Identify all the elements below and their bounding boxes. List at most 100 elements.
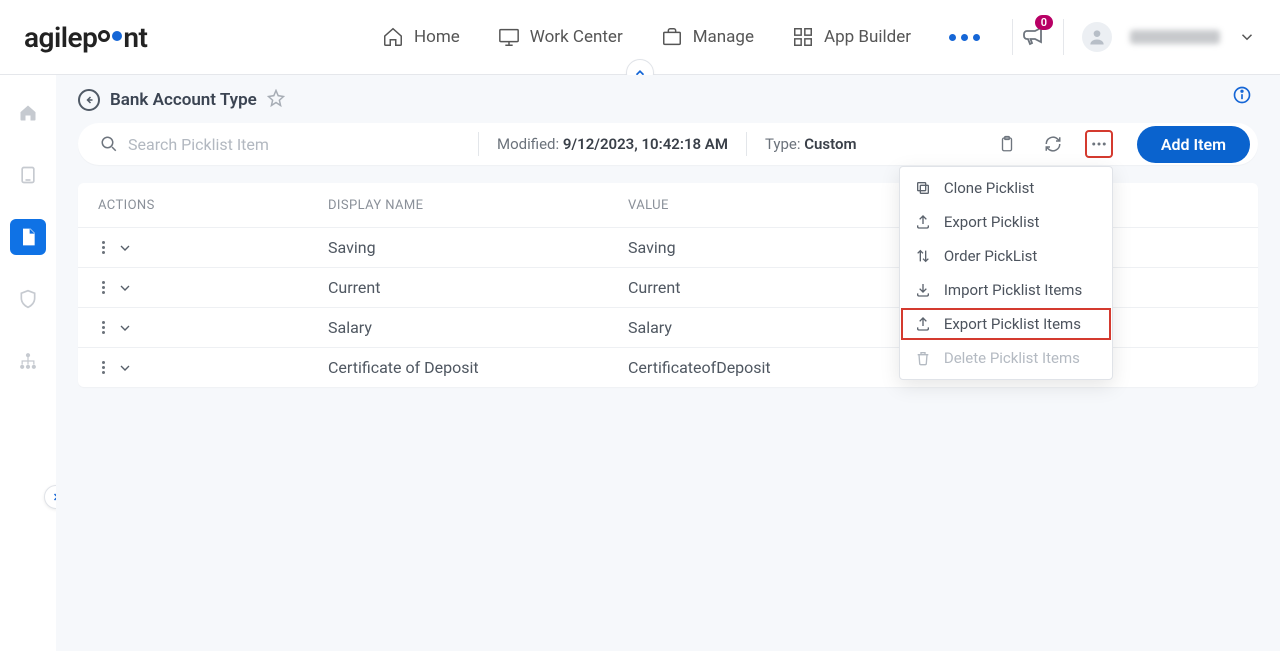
top-bar: agilepnt Home Work Center Manage App Bui… [0, 0, 1280, 75]
menu-label: Delete Picklist Items [944, 349, 1080, 367]
dots-horizontal-icon [1090, 135, 1108, 153]
cell-value: CertificateofDeposit [628, 358, 928, 377]
menu-label: Export Picklist [944, 213, 1040, 231]
cell-value: Saving [628, 238, 928, 257]
nav-more[interactable] [949, 34, 980, 41]
logo-dot-icon [112, 31, 122, 41]
toolbar: Modified: 9/12/2023, 10:42:18 AM Type: C… [78, 123, 1258, 165]
nav-home[interactable]: Home [382, 26, 460, 48]
menu-export-items[interactable]: Export Picklist Items [900, 307, 1112, 341]
tablet-icon [18, 165, 38, 185]
cell-value: Current [628, 278, 928, 297]
separator [478, 132, 479, 156]
type-value: Custom [804, 135, 856, 153]
menu-label: Export Picklist Items [944, 315, 1081, 333]
upload-icon [915, 214, 931, 230]
avatar[interactable] [1082, 22, 1112, 52]
sidebar-item-2[interactable] [10, 157, 46, 193]
nav-manage-label: Manage [693, 27, 754, 47]
col-value: VALUE [628, 198, 928, 213]
row-menu-button[interactable] [102, 241, 105, 254]
menu-clone-picklist[interactable]: Clone Picklist [900, 171, 1112, 205]
notifications-button[interactable]: 0 [1021, 23, 1045, 51]
user-icon [1087, 27, 1107, 47]
more-actions-wrap: Clone Picklist Export Picklist Order Pic… [1085, 130, 1113, 158]
search-icon [100, 135, 118, 153]
col-display: DISPLAY NAME [328, 198, 628, 213]
home-icon [382, 26, 404, 48]
row-menu-button[interactable] [102, 321, 105, 334]
toolbar-right: Clone Picklist Export Picklist Order Pic… [993, 126, 1250, 163]
sidebar-home[interactable] [10, 95, 46, 131]
cell-value: Salary [628, 318, 928, 337]
main-content: Bank Account Type Modified: 9/12/2023, 1… [56, 75, 1280, 651]
home-icon [18, 103, 38, 123]
expand-row-button[interactable] [117, 320, 133, 336]
cell-display: Current [328, 278, 628, 297]
info-button[interactable] [1232, 85, 1252, 109]
download-icon [915, 282, 931, 298]
row-actions [98, 360, 328, 376]
copy-icon [915, 180, 931, 196]
cell-display: Saving [328, 238, 628, 257]
modified-label: Modified: [497, 135, 563, 153]
cell-display: Salary [328, 318, 628, 337]
sidebar-item-4[interactable] [10, 281, 46, 317]
sidebar [0, 75, 56, 651]
menu-import-items[interactable]: Import Picklist Items [900, 273, 1112, 307]
more-actions-menu: Clone Picklist Export Picklist Order Pic… [899, 166, 1113, 380]
top-right: 0 [1021, 19, 1256, 55]
row-actions [98, 280, 328, 296]
modified-meta: Modified: 9/12/2023, 10:42:18 AM [497, 135, 728, 153]
nav-appbuilder-label: App Builder [824, 27, 911, 47]
col-actions: ACTIONS [98, 198, 328, 213]
favorite-button[interactable] [267, 89, 285, 111]
monitor-icon [498, 26, 520, 48]
menu-delete-items: Delete Picklist Items [900, 341, 1112, 375]
nav-home-label: Home [414, 27, 460, 47]
menu-export-picklist[interactable]: Export Picklist [900, 205, 1112, 239]
nav-workcenter[interactable]: Work Center [498, 26, 623, 48]
refresh-icon [1044, 135, 1062, 153]
type-meta: Type: Custom [765, 135, 857, 153]
arrow-left-icon [83, 94, 95, 106]
sidebar-item-5[interactable] [10, 343, 46, 379]
user-name [1130, 30, 1220, 44]
logo: agilepnt [24, 21, 147, 54]
menu-label: Clone Picklist [944, 179, 1034, 197]
row-actions [98, 320, 328, 336]
add-item-button[interactable]: Add Item [1137, 126, 1250, 163]
sidebar-item-picklist[interactable] [10, 219, 46, 255]
hierarchy-icon [18, 351, 38, 371]
back-button[interactable] [78, 89, 100, 111]
page-header: Bank Account Type [78, 89, 1258, 111]
logo-ring-icon [98, 30, 110, 42]
nav-appbuilder[interactable]: App Builder [792, 26, 911, 48]
main-nav: Home Work Center Manage App Builder [382, 26, 980, 48]
clipboard-button[interactable] [993, 130, 1021, 158]
row-menu-button[interactable] [102, 281, 105, 294]
refresh-button[interactable] [1039, 130, 1067, 158]
expand-row-button[interactable] [117, 240, 133, 256]
grid-icon [792, 26, 814, 48]
info-icon [1232, 85, 1252, 105]
trash-icon [915, 350, 931, 366]
layout: Bank Account Type Modified: 9/12/2023, 1… [0, 75, 1280, 651]
shield-icon [18, 289, 38, 309]
type-label: Type: [765, 135, 804, 153]
upload-icon [915, 316, 931, 332]
separator [746, 132, 747, 156]
nav-manage[interactable]: Manage [661, 26, 754, 48]
nav-workcenter-label: Work Center [530, 27, 623, 47]
expand-row-button[interactable] [117, 360, 133, 376]
expand-row-button[interactable] [117, 280, 133, 296]
menu-order-picklist[interactable]: Order PickList [900, 239, 1112, 273]
search-input[interactable] [128, 135, 388, 154]
chevron-down-icon[interactable] [1238, 28, 1256, 46]
more-actions-button[interactable] [1085, 130, 1113, 158]
clipboard-icon [998, 135, 1016, 153]
star-icon [267, 89, 285, 107]
row-menu-button[interactable] [102, 361, 105, 374]
file-icon [18, 227, 38, 247]
briefcase-icon [661, 26, 683, 48]
